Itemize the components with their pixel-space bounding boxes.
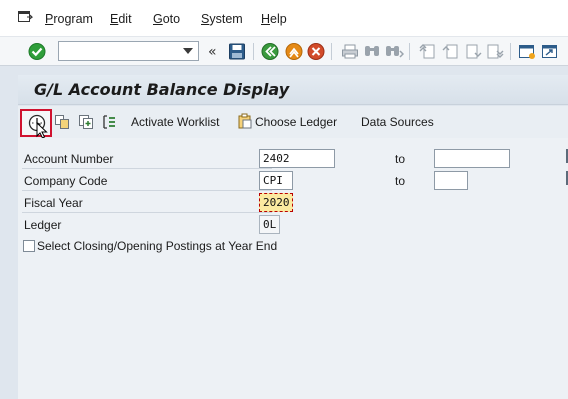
expand-chevron-icon[interactable]: « (208, 44, 217, 60)
print-icon[interactable] (340, 42, 360, 61)
account-number-from-input[interactable]: 2402 (259, 149, 335, 168)
menu-bar: Program Edit Goto System Help (0, 0, 568, 36)
application-toolbar: Activate Worklist Choose Ledger Data Sou… (18, 106, 568, 139)
selection-options-icon[interactable] (101, 114, 117, 130)
command-field-dropdown[interactable] (178, 42, 198, 60)
menu-goto[interactable]: Goto (153, 12, 180, 26)
execute-button[interactable] (20, 109, 52, 139)
page-title: G/L Account Balance Display (34, 80, 290, 99)
menu-program[interactable]: Program (45, 12, 93, 26)
first-page-icon[interactable] (417, 42, 437, 61)
menu-window-icon[interactable] (18, 11, 33, 24)
exit-icon[interactable] (284, 42, 304, 61)
account-number-label: Account Number (22, 148, 272, 169)
back-icon[interactable] (260, 42, 280, 61)
company-code-label: Company Code (22, 170, 272, 191)
previous-page-icon[interactable] (440, 42, 460, 61)
shortcut-icon[interactable] (540, 42, 560, 61)
account-number-to-input[interactable] (434, 149, 510, 168)
menu-system[interactable]: System (201, 12, 243, 26)
fiscal-year-label: Fiscal Year (22, 192, 272, 213)
activate-worklist-button[interactable]: Activate Worklist (131, 115, 219, 129)
toolbar-separator (510, 43, 511, 60)
enter-check-icon[interactable] (27, 42, 47, 61)
mouse-pointer-icon (36, 122, 48, 139)
company-code-from-input[interactable]: CPI (259, 171, 293, 190)
choose-ledger-button[interactable]: Choose Ledger (255, 115, 337, 129)
ledger-label: Ledger (24, 218, 62, 232)
company-code-to-label: to (395, 174, 406, 188)
find-next-icon[interactable] (384, 42, 404, 61)
account-number-to-label: to (395, 152, 406, 166)
next-page-icon[interactable] (463, 42, 483, 61)
toolbar-separator (331, 43, 332, 60)
toolbar-separator (253, 43, 254, 60)
cancel-icon[interactable] (306, 42, 326, 61)
screen-title-bar: G/L Account Balance Display (18, 75, 568, 105)
toolbar-separator (409, 43, 410, 60)
fiscal-year-input[interactable]: 2020 (259, 193, 293, 212)
find-icon[interactable] (362, 42, 382, 61)
closing-opening-checkbox-label[interactable]: Select Closing/Opening Postings at Year … (37, 239, 277, 253)
closing-opening-checkbox[interactable] (23, 240, 35, 252)
menu-edit[interactable]: Edit (110, 12, 132, 26)
copy-variant-icon[interactable] (54, 114, 70, 130)
company-code-to-input[interactable] (434, 171, 468, 190)
last-page-icon[interactable] (485, 42, 505, 61)
selection-screen: Account Number 2402 to Company Code CPI … (18, 138, 568, 399)
create-session-icon[interactable] (517, 42, 537, 61)
menu-help[interactable]: Help (261, 12, 287, 26)
ledger-input[interactable]: 0L (259, 215, 280, 234)
choose-ledger-icon (238, 113, 252, 129)
save-icon[interactable] (227, 42, 247, 61)
data-sources-button[interactable]: Data Sources (361, 115, 434, 129)
get-variant-icon[interactable] (78, 114, 94, 130)
standard-toolbar: « (0, 36, 568, 66)
chevron-down-icon (183, 48, 193, 54)
